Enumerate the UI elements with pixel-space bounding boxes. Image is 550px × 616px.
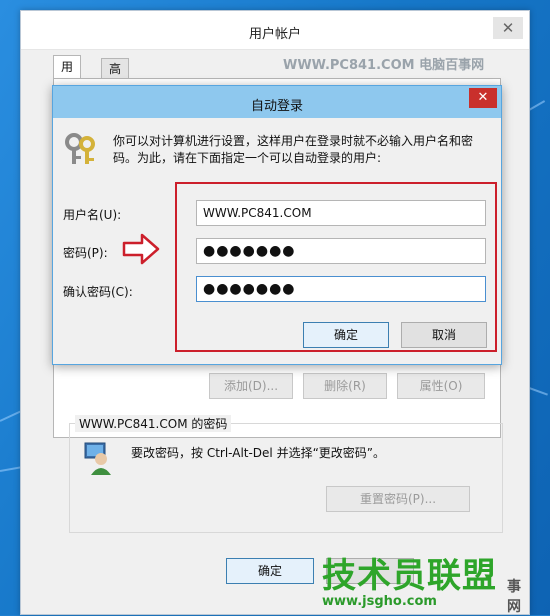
delete-user-button[interactable]: 删除(R) [303,373,387,399]
site-url-text: www.jsgho.com [322,594,437,609]
password-label: 密码(P): [63,246,108,260]
reset-password-button[interactable]: 重置密码(P)... [326,486,470,512]
dialog-title: 自动登录 [250,99,303,114]
keys-icon [63,132,99,171]
password-group-title: WWW.PC841.COM 的密码 [75,415,232,432]
change-password-hint: 要改密码，按 Ctrl-Alt-Del 并选择“更改密码”。 [131,446,386,460]
site-brand-text: 技术员联盟 [322,556,497,596]
window-close-button[interactable]: ✕ [493,17,523,39]
confirm-password-label: 确认密码(C): [63,285,133,299]
properties-button[interactable]: 属性(O) [397,373,485,399]
window-title: 用户帐户 [248,27,301,42]
tab-advanced[interactable]: 高级 [101,58,130,96]
add-user-button[interactable]: 添加(D)... [209,373,293,399]
dialog-description: 你可以对计算机进行设置，这样用户在登录时就不必输入用户名和密码。为此，请在下面指… [113,134,474,165]
tab-users[interactable]: 用户 [53,55,82,96]
pointer-arrow-icon [122,232,160,269]
outer-ok-button[interactable]: 确定 [226,558,314,584]
window-title-bar[interactable]: 用户帐户 ✕ [21,11,529,50]
username-label: 用户名(U): [63,208,122,222]
site-watermark: 技术员联盟 www.jsgho.com 事网 [322,548,521,615]
highlight-frame [175,182,497,352]
dialog-title-bar[interactable]: 自动登录 ✕ [53,86,501,118]
pc841-watermark: WWW.PC841.COM 电脑百事网 [283,58,485,73]
user-account-icon [83,441,113,478]
site-small-text: 事网 [507,579,521,615]
password-group-box [69,423,503,533]
dialog-close-button[interactable]: ✕ [469,88,497,108]
